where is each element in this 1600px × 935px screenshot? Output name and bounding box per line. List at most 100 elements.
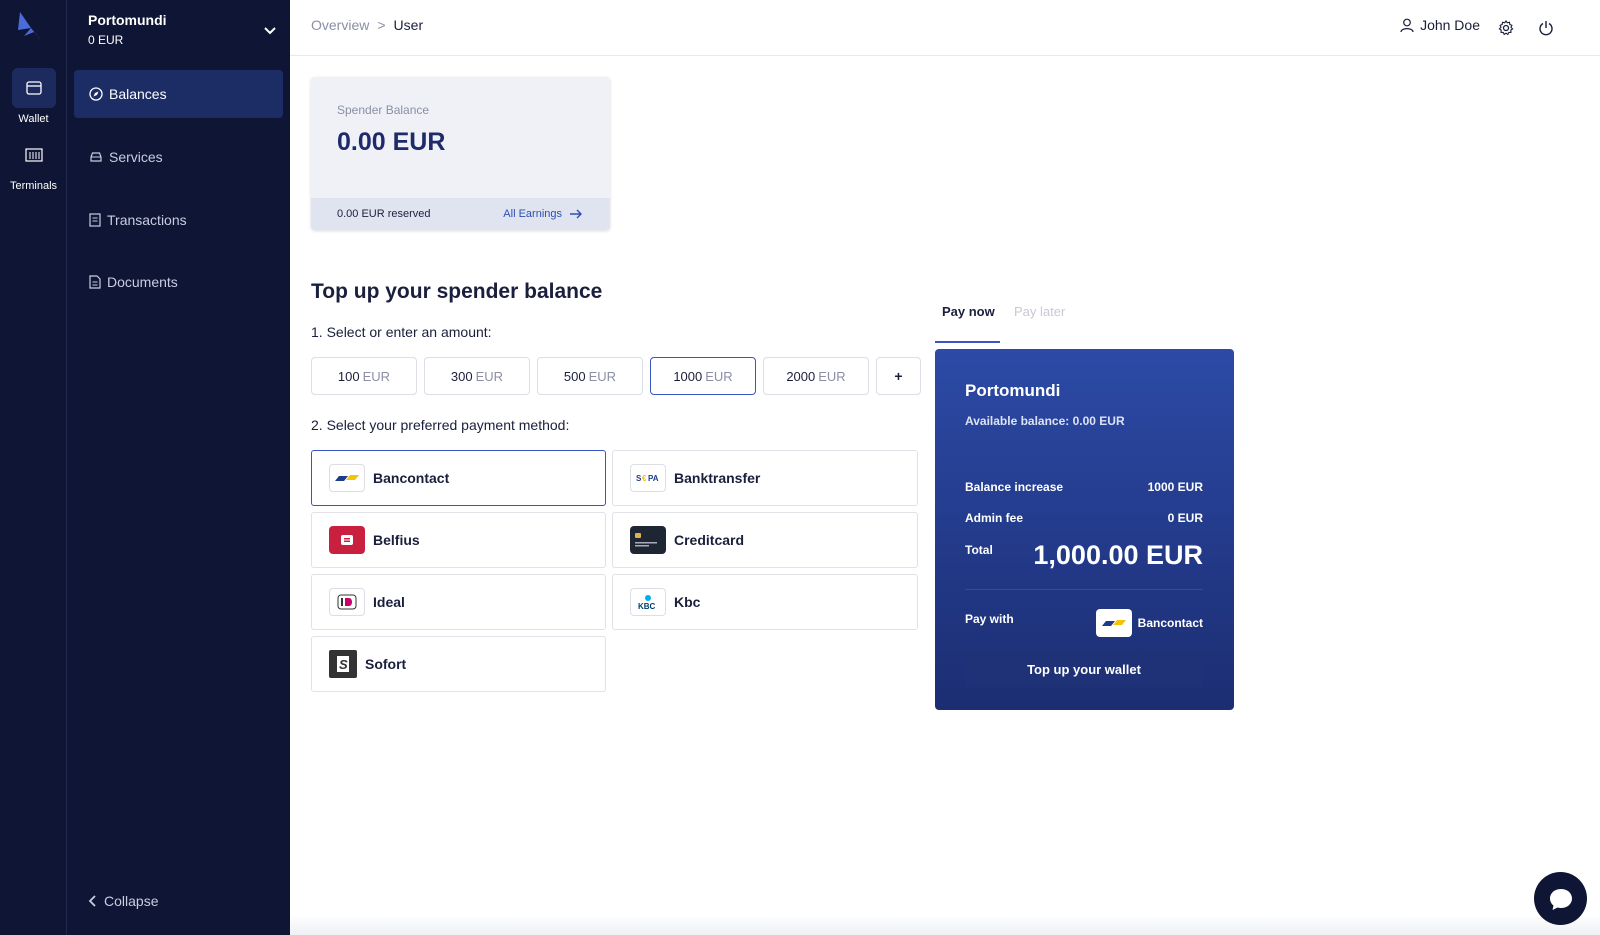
amount-currency: EUR: [588, 368, 617, 384]
rail-item-label: Terminals: [9, 180, 58, 192]
tab-pay-now[interactable]: Pay now: [942, 304, 995, 319]
payment-method-ideal[interactable]: Ideal: [311, 574, 606, 630]
sidebar: Portomundi 0 EUR Balances Services Trans…: [67, 0, 290, 935]
balance-footer: 0.00 EUR reserved All Earnings: [311, 198, 610, 230]
payment-method-label: Creditcard: [674, 532, 745, 548]
gear-icon: [1498, 20, 1514, 36]
sidebar-item-label: Services: [109, 149, 163, 165]
settings-button[interactable]: [1492, 14, 1520, 42]
amount-currency: EUR: [362, 368, 391, 384]
payment-method-label: Sofort: [365, 656, 407, 672]
all-earnings-link[interactable]: All Earnings: [503, 208, 584, 220]
total-label: Total: [965, 543, 993, 557]
arrow-right-icon: [570, 209, 582, 219]
admin-fee-value: 0 EUR: [1167, 511, 1203, 525]
belfius-icon: [329, 526, 365, 554]
sidebar-item-documents[interactable]: Documents: [74, 258, 283, 306]
step-method-label: 2. Select your preferred payment method:: [311, 417, 570, 433]
org-name: Portomundi: [88, 12, 167, 28]
admin-fee-label: Admin fee: [965, 511, 1024, 525]
terminal-icon: [24, 148, 43, 162]
collapse-label: Collapse: [104, 893, 159, 909]
payment-method-bancontact[interactable]: Bancontact: [311, 450, 606, 506]
amount-option-selected[interactable]: 1000 EUR: [650, 357, 756, 395]
payment-tabs: Pay now Pay later: [935, 296, 1235, 344]
sidebar-item-transactions[interactable]: Transactions: [74, 196, 283, 244]
app-rail: Wallet Terminals: [0, 0, 67, 935]
sidebar-item-balances[interactable]: Balances: [74, 70, 283, 118]
car-icon: [90, 152, 102, 162]
chat-bubble-icon: [1549, 888, 1572, 910]
amount-value: 500: [563, 368, 586, 384]
payment-method-label: Belfius: [373, 532, 420, 548]
payment-method-label: Ideal: [373, 594, 405, 610]
payment-method-creditcard[interactable]: Creditcard: [612, 512, 918, 568]
top-up-wallet-button[interactable]: Top up your wallet: [965, 652, 1203, 687]
sidebar-item-services[interactable]: Services: [74, 133, 283, 181]
logout-button[interactable]: [1532, 14, 1560, 42]
breadcrumb-user: User: [393, 17, 424, 33]
summary-available-balance: Available balance: 0.00 EUR: [965, 414, 1125, 428]
payment-method-label: Banktransfer: [674, 470, 761, 486]
breadcrumb-overview[interactable]: Overview: [311, 17, 369, 33]
rail-item-label: Wallet: [18, 113, 49, 125]
ideal-icon: [329, 588, 365, 616]
sofort-icon: S: [329, 650, 357, 678]
chat-widget-button[interactable]: [1534, 872, 1587, 925]
org-switcher[interactable]: Portomundi 0 EUR: [88, 12, 278, 47]
all-earnings-label: All Earnings: [503, 208, 562, 220]
payment-method-kbc[interactable]: KBC Kbc: [612, 574, 918, 630]
total-value: 1,000.00 EUR: [1033, 540, 1203, 570]
sepa-icon: S € PA: [630, 464, 666, 492]
amount-options: 100 EUR 300 EUR 500 EUR 1000 EUR 2000 EUR +: [311, 357, 921, 395]
payment-method-sofort[interactable]: S Sofort: [311, 636, 606, 692]
amount-value: 1000: [673, 368, 703, 384]
payment-method-label: Bancontact: [373, 470, 450, 486]
svg-text:S: S: [339, 657, 348, 672]
pay-with-label: Pay with: [965, 612, 1014, 626]
collapse-button[interactable]: Collapse: [88, 893, 158, 909]
active-tab-indicator: [935, 341, 1000, 343]
summary-row-admin-fee: Admin fee 0 EUR: [965, 511, 1203, 525]
payment-method-label: Kbc: [674, 594, 701, 610]
user-menu[interactable]: John Doe: [1400, 17, 1480, 33]
bancontact-icon: [1095, 609, 1132, 637]
amount-option[interactable]: 500 EUR: [537, 357, 643, 395]
sidebar-item-label: Documents: [107, 274, 178, 290]
svg-text:PA: PA: [648, 474, 659, 483]
sidebar-item-label: Balances: [109, 86, 167, 102]
amount-value: 100: [337, 368, 360, 384]
user-icon: [1400, 18, 1414, 32]
chevron-down-icon[interactable]: [262, 22, 278, 38]
payment-method-belfius[interactable]: Belfius: [311, 512, 606, 568]
wallet-icon: [25, 81, 42, 95]
balance-increase-label: Balance increase: [965, 480, 1064, 494]
breadcrumb: Overview > User: [311, 17, 423, 33]
pay-with-method: Bancontact: [1095, 609, 1203, 637]
bottom-shade: [290, 915, 1600, 935]
user-name: John Doe: [1420, 17, 1480, 33]
amount-currency: EUR: [818, 368, 846, 384]
step-amount-label: 1. Select or enter an amount:: [311, 324, 492, 340]
logo-icon[interactable]: [14, 10, 48, 44]
rail-item-wallet[interactable]: Wallet: [0, 68, 67, 125]
compass-icon: [89, 87, 103, 101]
kbc-icon: KBC: [630, 588, 666, 616]
amount-option[interactable]: 300 EUR: [424, 357, 530, 395]
amount-value: 2000: [786, 368, 816, 384]
payment-method-banktransfer[interactable]: S € PA Banktransfer: [612, 450, 918, 506]
power-icon: [1539, 21, 1553, 36]
rail-item-terminals[interactable]: Terminals: [0, 135, 67, 192]
summary-org-name: Portomundi: [965, 381, 1061, 400]
pay-with-method-name: Bancontact: [1137, 616, 1203, 630]
summary-row-balance-increase: Balance increase 1000 EUR: [965, 480, 1203, 494]
balance-increase-value: 1000 EUR: [1147, 480, 1203, 494]
amount-currency: EUR: [475, 368, 504, 384]
amount-option[interactable]: 100 EUR: [311, 357, 417, 395]
amount-option[interactable]: 2000 EUR: [763, 357, 869, 395]
top-header: Overview > User John Doe: [290, 0, 1600, 56]
svg-text:€: €: [642, 474, 647, 483]
custom-amount-button[interactable]: +: [876, 357, 921, 395]
tab-pay-later[interactable]: Pay later: [1014, 304, 1065, 319]
org-balance: 0 EUR: [88, 33, 124, 47]
